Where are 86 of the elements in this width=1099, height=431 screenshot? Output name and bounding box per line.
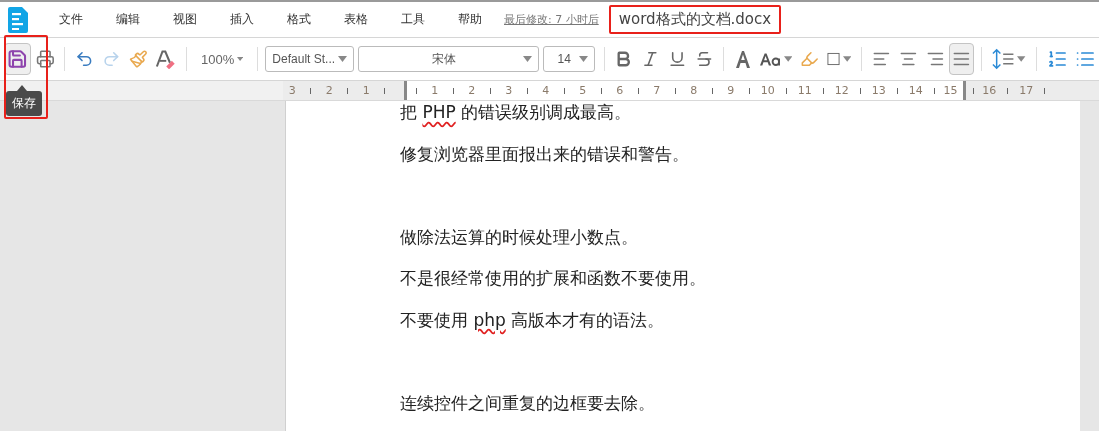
highlighter-icon xyxy=(800,49,819,69)
printer-icon xyxy=(35,49,55,69)
paragraph: 把 PHP 的错误级别调成最高。 xyxy=(400,101,633,124)
ruler-tick xyxy=(1007,87,1009,94)
ruler-number: 7 xyxy=(652,84,662,97)
ruler-number: 2 xyxy=(467,84,477,97)
ruler-number: 3 xyxy=(287,84,297,97)
tooltip-arrow-icon xyxy=(17,85,27,91)
italic-icon xyxy=(641,49,660,69)
ruler-number: 10 xyxy=(759,84,776,97)
caret-icon xyxy=(338,56,348,62)
font-size-select[interactable]: 14 xyxy=(543,46,595,72)
numbered-list-icon xyxy=(1046,48,1068,70)
ruler-number: 14 xyxy=(907,84,924,97)
menu-item[interactable]: 文件 xyxy=(42,11,99,28)
ruler-number: 12 xyxy=(833,84,850,97)
caret-icon xyxy=(237,56,244,62)
ruler-tick xyxy=(859,87,861,94)
menu-item[interactable]: 编辑 xyxy=(99,11,156,28)
ruler-tick xyxy=(785,87,787,94)
caret-icon xyxy=(842,56,852,62)
ruler-number: 6 xyxy=(615,84,625,97)
ruler-tick xyxy=(1044,87,1046,94)
undo-icon xyxy=(75,49,94,69)
paragraph: 做除法运算的时候处理小数点。 xyxy=(400,225,639,249)
ruler-number: 5 xyxy=(578,84,588,97)
menu-item[interactable]: 帮助 xyxy=(441,11,498,28)
align-button[interactable] xyxy=(949,43,975,75)
paragraph: 不要使用 php 高版本才有的语法。 xyxy=(400,308,666,332)
ruler-tick xyxy=(347,87,349,94)
ruler-number: 11 xyxy=(796,84,813,97)
ruler-number: 16 xyxy=(981,84,998,97)
ruler-number: 13 xyxy=(870,84,887,97)
menu-item[interactable]: 插入 xyxy=(213,11,270,28)
ruler-number: 2 xyxy=(324,84,334,97)
ruler-tick xyxy=(384,87,386,94)
save-button[interactable] xyxy=(4,43,31,75)
ruler-tick xyxy=(310,87,312,94)
caret-icon xyxy=(578,56,588,62)
ruler-number: 1 xyxy=(430,84,440,97)
ruler-tick xyxy=(600,87,602,94)
ruler-tick xyxy=(489,87,491,94)
ruler-number: 17 xyxy=(1018,84,1035,97)
menu-item[interactable]: 视图 xyxy=(156,11,213,28)
menu-item[interactable]: 工具 xyxy=(384,11,441,28)
letter-icon xyxy=(735,50,752,68)
ruler-number: 3 xyxy=(504,84,514,97)
ruler-tick xyxy=(415,87,417,94)
font-select[interactable]: 宋体 xyxy=(358,46,540,72)
caret-icon xyxy=(523,56,533,62)
strikethrough-icon xyxy=(694,49,714,69)
ruler-number: 8 xyxy=(689,84,699,97)
ruler-tick xyxy=(933,87,935,94)
zoom-dropdown[interactable]: 100% xyxy=(194,43,251,75)
caret-icon xyxy=(783,56,793,62)
caret-icon xyxy=(1017,56,1026,62)
redo-icon xyxy=(102,49,121,69)
paragraph: 连续控件之间重复的边框要去除。 xyxy=(400,391,656,415)
ruler-number: 4 xyxy=(541,84,551,97)
paragraph: 不是很经常使用的扩展和函数不要使用。 xyxy=(400,267,707,290)
menu-item[interactable]: 表格 xyxy=(327,11,384,28)
letter-case-icon xyxy=(760,52,781,66)
letter-eraser-icon xyxy=(155,49,177,69)
tooltip: 保存 xyxy=(6,91,42,116)
last-modified-link[interactable]: 最后修改: 7 小时后 xyxy=(504,12,599,27)
ruler-tick xyxy=(526,87,528,94)
paragraph-style-select[interactable]: Default St... xyxy=(265,46,355,72)
ruler-tick xyxy=(563,87,565,94)
line-spacing-icon xyxy=(992,48,1015,70)
ruler-tick xyxy=(896,87,898,94)
ruler-tick xyxy=(711,87,713,94)
ruler-tick xyxy=(452,87,454,94)
ruler-tick xyxy=(674,87,676,94)
menu-item[interactable]: 格式 xyxy=(270,11,327,28)
ruler-number: 1 xyxy=(361,84,371,97)
ruler-number: 9 xyxy=(726,84,736,97)
underline-icon xyxy=(667,49,687,69)
ruler-tick xyxy=(748,87,750,94)
ruler-tick xyxy=(637,87,639,94)
logo-icon xyxy=(8,6,28,33)
paragraph: 修复浏览器里面报出来的错误和警告。 xyxy=(400,142,690,166)
document-title[interactable]: word格式的文档.docx xyxy=(608,5,782,34)
ruler-tick xyxy=(822,87,824,94)
brush-icon xyxy=(128,49,148,69)
ruler-tick xyxy=(972,87,974,94)
square-icon xyxy=(826,52,840,66)
